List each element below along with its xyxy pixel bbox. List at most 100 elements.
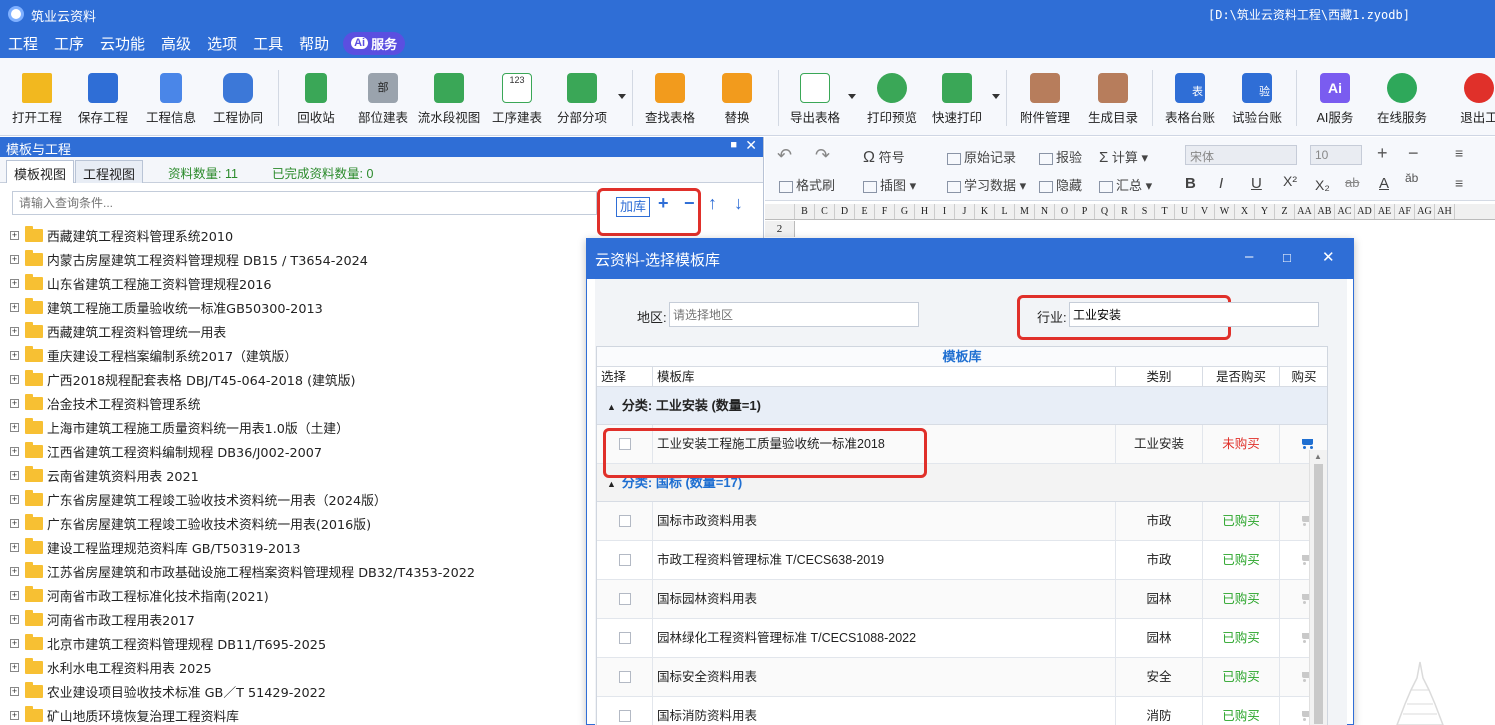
column-letter[interactable]: C	[815, 204, 835, 219]
column-letter[interactable]: T	[1155, 204, 1175, 219]
calc-button[interactable]: Σ 计算 ▾	[1099, 147, 1148, 166]
expand-icon[interactable]: +	[10, 302, 19, 312]
menu-help[interactable]: 帮助	[291, 33, 337, 54]
hide-button[interactable]: 隐藏	[1039, 175, 1082, 194]
column-letter[interactable]: AD	[1355, 204, 1375, 219]
column-letter[interactable]: O	[1055, 204, 1075, 219]
format-painter-button[interactable]: 格式刷	[779, 175, 835, 194]
subitem-dropdown-icon[interactable]	[618, 94, 626, 99]
expand-icon[interactable]: +	[10, 518, 19, 528]
header-lib[interactable]: 模板库	[653, 367, 1116, 387]
group-row[interactable]: ▲ 分类: 工业安装 (数量=1)	[597, 387, 1327, 425]
scroll-thumb[interactable]	[1314, 464, 1323, 724]
header-bought[interactable]: 是否购买	[1203, 367, 1280, 387]
test-ledger-button[interactable]: 验 试验台账	[1224, 66, 1290, 132]
part-table-button[interactable]: 部 部位建表	[350, 66, 416, 132]
underline-icon[interactable]: U	[1251, 175, 1262, 192]
select-checkbox[interactable]	[619, 632, 631, 644]
group-row[interactable]: ▲ 分类: 国标 (数量=17)	[597, 464, 1327, 502]
scroll-up-icon[interactable]: ▲	[1314, 452, 1322, 461]
column-letter[interactable]: Q	[1095, 204, 1115, 219]
project-info-button[interactable]: 工程信息	[138, 66, 204, 132]
font-select[interactable]: 宋体	[1185, 145, 1297, 165]
undo-icon[interactable]: ↶	[777, 145, 792, 166]
expand-icon[interactable]: +	[10, 638, 19, 648]
select-checkbox[interactable]	[619, 671, 631, 683]
collapse-triangle-icon[interactable]: ▲	[607, 402, 616, 412]
column-letter[interactable]: J	[955, 204, 975, 219]
dialog-close-icon[interactable]: ✕	[1322, 248, 1335, 266]
template-row[interactable]: 园林绿化工程资料管理标准 T/CECS1088-2022 园林 已购买	[597, 619, 1327, 658]
italic-icon[interactable]: I	[1219, 175, 1223, 192]
expand-icon[interactable]: +	[10, 326, 19, 336]
expand-icon[interactable]: +	[10, 614, 19, 624]
insert-picture-button[interactable]: 插图 ▾	[863, 175, 916, 194]
column-letter[interactable]: AG	[1415, 204, 1435, 219]
font-size-select[interactable]: 10	[1310, 145, 1362, 165]
export-table-button[interactable]: 导出表格	[782, 66, 848, 132]
column-letter[interactable]: E	[855, 204, 875, 219]
tab-project-view[interactable]: 工程视图	[75, 160, 144, 183]
save-project-button[interactable]: 保存工程	[70, 66, 136, 132]
close-icon[interactable]: ✕	[745, 137, 757, 154]
column-letter[interactable]: AE	[1375, 204, 1395, 219]
cart-icon[interactable]	[1300, 437, 1315, 450]
search-input[interactable]	[12, 191, 597, 215]
expand-icon[interactable]: +	[10, 446, 19, 456]
generate-catalog-button[interactable]: 生成目录	[1080, 66, 1146, 132]
expand-icon[interactable]: +	[10, 542, 19, 552]
project-collab-button[interactable]: 工程协同	[205, 66, 271, 132]
column-letter[interactable]: V	[1195, 204, 1215, 219]
column-letter[interactable]: AA	[1295, 204, 1315, 219]
column-letter[interactable]: M	[1015, 204, 1035, 219]
region-select[interactable]	[669, 302, 919, 327]
strikethrough-icon[interactable]: ab	[1345, 175, 1359, 190]
font-color-icon[interactable]: A	[1379, 175, 1389, 192]
industry-select[interactable]	[1069, 302, 1319, 327]
header-buy[interactable]: 购买	[1280, 367, 1328, 387]
template-row[interactable]: 国标市政资料用表 市政 已购买	[597, 502, 1327, 541]
minimize-icon[interactable]: –	[1245, 248, 1253, 265]
column-letter[interactable]: Y	[1255, 204, 1275, 219]
expand-icon[interactable]: +	[10, 710, 19, 720]
template-row[interactable]: 国标安全资料用表 安全 已购买	[597, 658, 1327, 697]
select-checkbox[interactable]	[619, 515, 631, 527]
column-letter[interactable]: G	[895, 204, 915, 219]
decrease-size-icon[interactable]: −	[1408, 143, 1419, 164]
print-dropdown-icon[interactable]	[992, 94, 1000, 99]
template-row[interactable]: 工业安装工程施工质量验收统一标准2018 工业安装 未购买	[597, 425, 1327, 464]
minus-icon[interactable]: −	[684, 193, 695, 214]
expand-icon[interactable]: +	[10, 590, 19, 600]
arrow-down-icon[interactable]: ↓	[734, 193, 743, 214]
column-letter[interactable]: K	[975, 204, 995, 219]
column-letter[interactable]: P	[1075, 204, 1095, 219]
expand-icon[interactable]: +	[10, 398, 19, 408]
replace-button[interactable]: 替换	[704, 66, 770, 132]
header-select[interactable]: 选择	[597, 367, 653, 387]
column-letter[interactable]: W	[1215, 204, 1235, 219]
export-dropdown-icon[interactable]	[848, 94, 856, 99]
column-letter[interactable]: U	[1175, 204, 1195, 219]
column-letter[interactable]: X	[1235, 204, 1255, 219]
subitem-button[interactable]: 分部分项	[549, 66, 615, 132]
grid-scrollbar[interactable]: ▲	[1309, 450, 1327, 725]
column-letter[interactable]: N	[1035, 204, 1055, 219]
header-type[interactable]: 类别	[1116, 367, 1203, 387]
redo-icon[interactable]: ↷	[815, 145, 830, 166]
exit-button[interactable]: 退出工	[1446, 66, 1495, 132]
tab-template-view[interactable]: 模板视图	[6, 160, 75, 183]
column-letter[interactable]: S	[1135, 204, 1155, 219]
template-row[interactable]: 国标园林资料用表 园林 已购买	[597, 580, 1327, 619]
collapse-triangle-icon[interactable]: ▲	[607, 479, 616, 489]
expand-icon[interactable]: +	[10, 422, 19, 432]
add-lib-button[interactable]: 加库	[616, 197, 650, 217]
column-letter[interactable]: F	[875, 204, 895, 219]
find-table-button[interactable]: 查找表格	[637, 66, 703, 132]
learn-data-button[interactable]: 学习数据 ▾	[947, 175, 1026, 194]
column-letter[interactable]: AB	[1315, 204, 1335, 219]
menu-advanced[interactable]: 高级	[153, 33, 199, 54]
bold-icon[interactable]: B	[1185, 175, 1196, 192]
menu-process[interactable]: 工序	[46, 33, 92, 54]
column-letter[interactable]: R	[1115, 204, 1135, 219]
open-project-button[interactable]: 打开工程	[4, 66, 70, 132]
